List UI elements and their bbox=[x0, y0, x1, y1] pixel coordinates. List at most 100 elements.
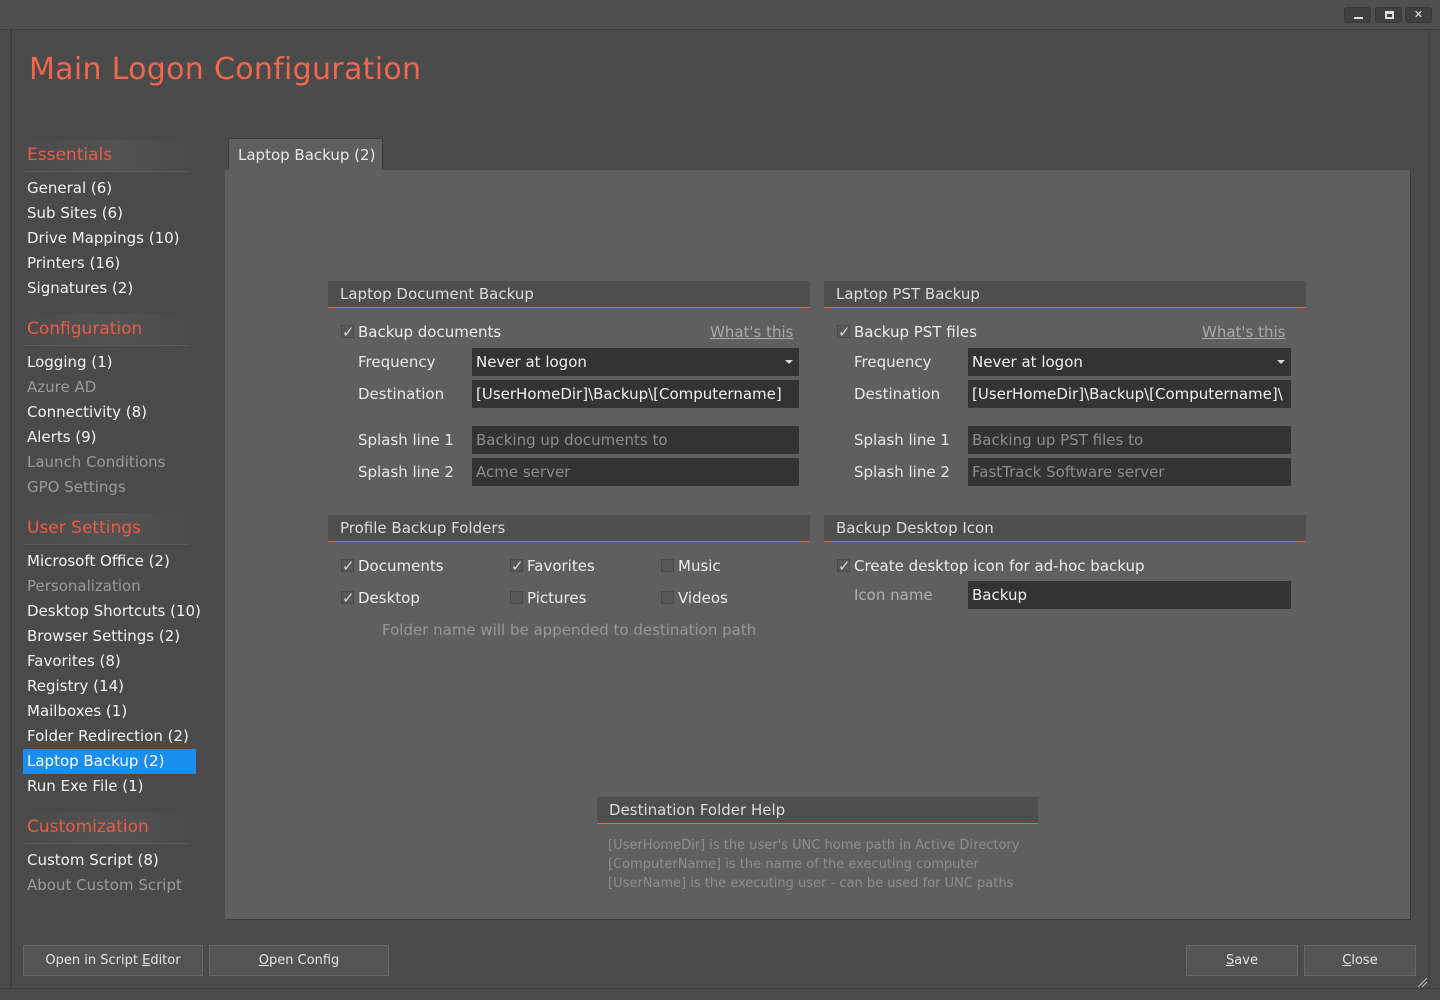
folder-checkbox-pictures[interactable]: Pictures bbox=[510, 586, 586, 610]
nav-section-header: Essentials bbox=[23, 140, 188, 172]
nav-section: Customization Custom Script (8) About Cust… bbox=[23, 812, 196, 898]
folder-label: Favorites bbox=[527, 557, 595, 575]
sidebar-item-gpo-settings[interactable]: GPO Settings bbox=[23, 475, 196, 500]
window-right-edge bbox=[1428, 30, 1430, 990]
btn-accel: O bbox=[258, 953, 269, 968]
sidebar-item-signatures[interactable]: Signatures (2) bbox=[23, 276, 196, 301]
sidebar-item-laptop-backup[interactable]: Laptop Backup (2) bbox=[23, 749, 196, 774]
btn-text: Open in Script bbox=[45, 953, 143, 968]
doc-splash1-input[interactable]: Backing up documents to bbox=[472, 426, 799, 454]
checkbox-icon bbox=[837, 320, 851, 344]
backup-pst-checkbox[interactable]: Backup PST files bbox=[837, 320, 977, 344]
folder-checkbox-videos[interactable]: Videos bbox=[661, 586, 728, 610]
nav-section: Essentials General (6) Sub Sites (6) Drive … bbox=[23, 140, 196, 301]
doc-splash2-input[interactable]: Acme server bbox=[472, 458, 799, 486]
icon-name-label: Icon name bbox=[854, 586, 933, 604]
backup-pst-label: Backup PST files bbox=[854, 323, 977, 341]
folder-checkbox-music[interactable]: Music bbox=[661, 554, 721, 578]
pst-backup-header: Laptop PST Backup bbox=[824, 281, 1306, 308]
sidebar-item-custom-script[interactable]: Custom Script (8) bbox=[23, 848, 196, 873]
btn-text: lose bbox=[1351, 953, 1378, 968]
sidebar-item-general[interactable]: General (6) bbox=[23, 176, 196, 201]
content-panel: Laptop Document Backup Backup documents … bbox=[225, 170, 1411, 920]
doc-frequency-label: Frequency bbox=[358, 353, 436, 371]
close-button[interactable]: Close bbox=[1304, 945, 1416, 976]
sidebar-item-favorites[interactable]: Favorites (8) bbox=[23, 649, 196, 674]
help-line: [UserName] is the executing user - can b… bbox=[608, 876, 1014, 891]
pst-frequency-value: Never at logon bbox=[972, 353, 1083, 371]
pst-destination-input[interactable]: [UserHomeDir]\Backup\[Computername]\ bbox=[968, 380, 1291, 408]
sidebar-item-logging[interactable]: Logging (1) bbox=[23, 350, 196, 375]
sidebar-item-browser-settings[interactable]: Browser Settings (2) bbox=[23, 624, 196, 649]
pst-frequency-select[interactable]: Never at logon bbox=[968, 348, 1291, 376]
maximize-button[interactable] bbox=[1375, 7, 1402, 23]
close-icon: ✕ bbox=[1413, 8, 1424, 21]
create-desktop-icon-checkbox[interactable]: Create desktop icon for ad-hoc backup bbox=[837, 554, 1145, 578]
sidebar-item-drive-mappings[interactable]: Drive Mappings (10) bbox=[23, 226, 196, 251]
doc-frequency-value: Never at logon bbox=[476, 353, 587, 371]
btn-accel: C bbox=[1342, 953, 1352, 968]
sidebar-item-desktop-shortcuts[interactable]: Desktop Shortcuts (10) bbox=[23, 599, 201, 624]
checkbox-icon bbox=[341, 554, 355, 578]
tab-laptop-backup[interactable]: Laptop Backup (2) bbox=[228, 138, 383, 171]
folder-label: Desktop bbox=[358, 589, 420, 607]
sidebar-item-microsoft-office[interactable]: Microsoft Office (2) bbox=[23, 549, 196, 574]
sidebar-item-sub-sites[interactable]: Sub Sites (6) bbox=[23, 201, 196, 226]
minimize-button[interactable] bbox=[1344, 7, 1371, 23]
sidebar-item-printers[interactable]: Printers (16) bbox=[23, 251, 196, 276]
pst-splash1-input[interactable]: Backing up PST files to bbox=[968, 426, 1291, 454]
sidebar-item-folder-redirection[interactable]: Folder Redirection (2) bbox=[23, 724, 196, 749]
sidebar-item-azure-ad[interactable]: Azure AD bbox=[23, 375, 196, 400]
pst-splash1-label: Splash line 1 bbox=[854, 431, 950, 449]
help-line: [UserHomeDir] is the user's UNC home pat… bbox=[608, 838, 1020, 853]
sidebar-item-run-exe-file[interactable]: Run Exe File (1) bbox=[23, 774, 196, 799]
nav-section-header: Configuration bbox=[23, 314, 188, 346]
checkbox-icon bbox=[341, 586, 355, 610]
doc-whats-this-link[interactable]: What's this bbox=[710, 320, 794, 344]
desktop-icon-header: Backup Desktop Icon bbox=[824, 515, 1306, 542]
folder-checkbox-documents[interactable]: Documents bbox=[341, 554, 444, 578]
help-line: [ComputerName] is the name of the execut… bbox=[608, 857, 979, 872]
doc-destination-label: Destination bbox=[358, 385, 445, 403]
sidebar-item-about-custom-script[interactable]: About Custom Script bbox=[23, 873, 196, 898]
sidebar-nav: Essentials General (6) Sub Sites (6) Drive … bbox=[23, 140, 201, 911]
sidebar-item-alerts[interactable]: Alerts (9) bbox=[23, 425, 196, 450]
folder-label: Pictures bbox=[527, 589, 587, 607]
maximize-icon bbox=[1385, 11, 1394, 19]
checkbox-icon bbox=[341, 320, 355, 344]
doc-frequency-select[interactable]: Never at logon bbox=[472, 348, 799, 376]
dropdown-arrow-icon bbox=[785, 360, 793, 364]
checkbox-icon bbox=[510, 591, 523, 604]
pst-splash2-label: Splash line 2 bbox=[854, 463, 950, 481]
pst-whats-this-link[interactable]: What's this bbox=[1202, 320, 1286, 344]
folders-note: Folder name will be appended to destinat… bbox=[382, 621, 757, 639]
folder-label: Videos bbox=[678, 589, 728, 607]
backup-documents-checkbox[interactable]: Backup documents bbox=[341, 320, 501, 344]
nav-section-header: User Settings bbox=[23, 513, 188, 545]
pst-destination-label: Destination bbox=[854, 385, 941, 403]
open-config-button[interactable]: Open Config bbox=[209, 945, 389, 976]
open-in-script-editor-button[interactable]: Open in Script Editor bbox=[23, 945, 203, 976]
sidebar-item-mailboxes[interactable]: Mailboxes (1) bbox=[23, 699, 196, 724]
checkbox-icon bbox=[837, 554, 851, 578]
checkbox-icon bbox=[661, 559, 674, 572]
doc-destination-input[interactable]: [UserHomeDir]\Backup\[Computername] bbox=[472, 380, 799, 408]
sidebar-item-personalization[interactable]: Personalization bbox=[23, 574, 196, 599]
pst-splash2-input[interactable]: FastTrack Software server bbox=[968, 458, 1291, 486]
sidebar-item-launch-conditions[interactable]: Launch Conditions bbox=[23, 450, 196, 475]
sidebar-item-connectivity[interactable]: Connectivity (8) bbox=[23, 400, 196, 425]
create-desktop-icon-label: Create desktop icon for ad-hoc backup bbox=[854, 557, 1145, 575]
nav-section: User Settings Microsoft Office (2) Persona… bbox=[23, 513, 201, 799]
profile-folders-header: Profile Backup Folders bbox=[328, 515, 810, 542]
sidebar-item-registry[interactable]: Registry (14) bbox=[23, 674, 196, 699]
save-button[interactable]: Save bbox=[1186, 945, 1298, 976]
icon-name-input[interactable]: Backup bbox=[968, 581, 1291, 609]
close-window-button[interactable]: ✕ bbox=[1405, 7, 1432, 23]
btn-text: ditor bbox=[150, 953, 181, 968]
folder-checkbox-desktop[interactable]: Desktop bbox=[341, 586, 420, 610]
dropdown-arrow-icon bbox=[1277, 360, 1285, 364]
resize-grip-icon[interactable] bbox=[1416, 976, 1428, 988]
help-header: Destination Folder Help bbox=[597, 797, 1038, 824]
folder-checkbox-favorites[interactable]: Favorites bbox=[510, 554, 595, 578]
folder-label: Music bbox=[678, 557, 721, 575]
